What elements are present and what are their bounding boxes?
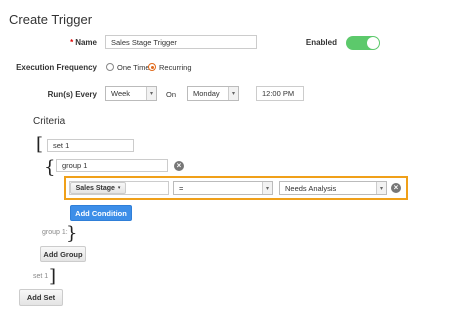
chevron-down-icon: ▾ [117,185,121,191]
field-value: Sales Stage [75,184,115,192]
execution-frequency-label: Execution Frequency [16,63,97,72]
radio-one-time-label: One Time [117,63,150,72]
day-select[interactable]: Monday ▾ [187,86,239,101]
group-footer-label: group 1: [42,229,68,236]
group-open-brace: { [44,157,56,178]
day-value: Monday [193,89,220,98]
enabled-label: Enabled [305,38,337,47]
chevron-down-icon: ▾ [376,182,386,194]
runs-every-select[interactable]: Week ▾ [105,86,157,101]
chevron-down-icon: ▾ [146,87,156,100]
radio-recurring[interactable] [148,63,156,71]
on-label: On [166,90,177,99]
toggle-knob [367,37,379,49]
name-input[interactable]: Sales Stage Trigger [105,35,257,49]
required-asterisk: * [70,38,74,47]
set-open-bracket: [ [36,134,44,155]
remove-condition-icon[interactable]: × [391,183,401,193]
set-name-input[interactable]: set 1 [47,139,134,152]
radio-one-time[interactable] [106,63,114,71]
chevron-down-icon: ▾ [228,87,238,100]
runs-every-value: Week [111,89,131,98]
criteria-heading: Criteria [33,116,66,127]
name-label: * Name [40,38,97,47]
add-condition-button[interactable]: Add Condition [70,205,132,221]
enabled-toggle[interactable] [346,36,380,50]
add-group-button[interactable]: Add Group [40,246,86,262]
name-label-text: Name [75,38,97,47]
value-select[interactable]: Needs Analysis ▾ [279,181,387,195]
group-name-input[interactable]: group 1 [56,159,168,172]
operator-value: = [179,183,184,193]
set-close-bracket: ] [49,266,57,287]
chevron-down-icon: ▾ [262,182,272,194]
page-title: Create Trigger [9,12,93,27]
field-select[interactable]: Sales Stage ▾ [70,182,126,194]
remove-group-icon[interactable]: × [174,161,184,171]
operator-select[interactable]: = ▾ [173,181,273,195]
condition-value: Needs Analysis [285,183,337,193]
runs-every-label: Run(s) Every [47,90,97,99]
add-set-button[interactable]: Add Set [19,289,63,306]
radio-recurring-label: Recurring [159,63,192,72]
time-input[interactable]: 12:00 PM [256,86,304,101]
group-close-brace: } [66,223,78,244]
set-footer-label: set 1 [33,273,49,280]
